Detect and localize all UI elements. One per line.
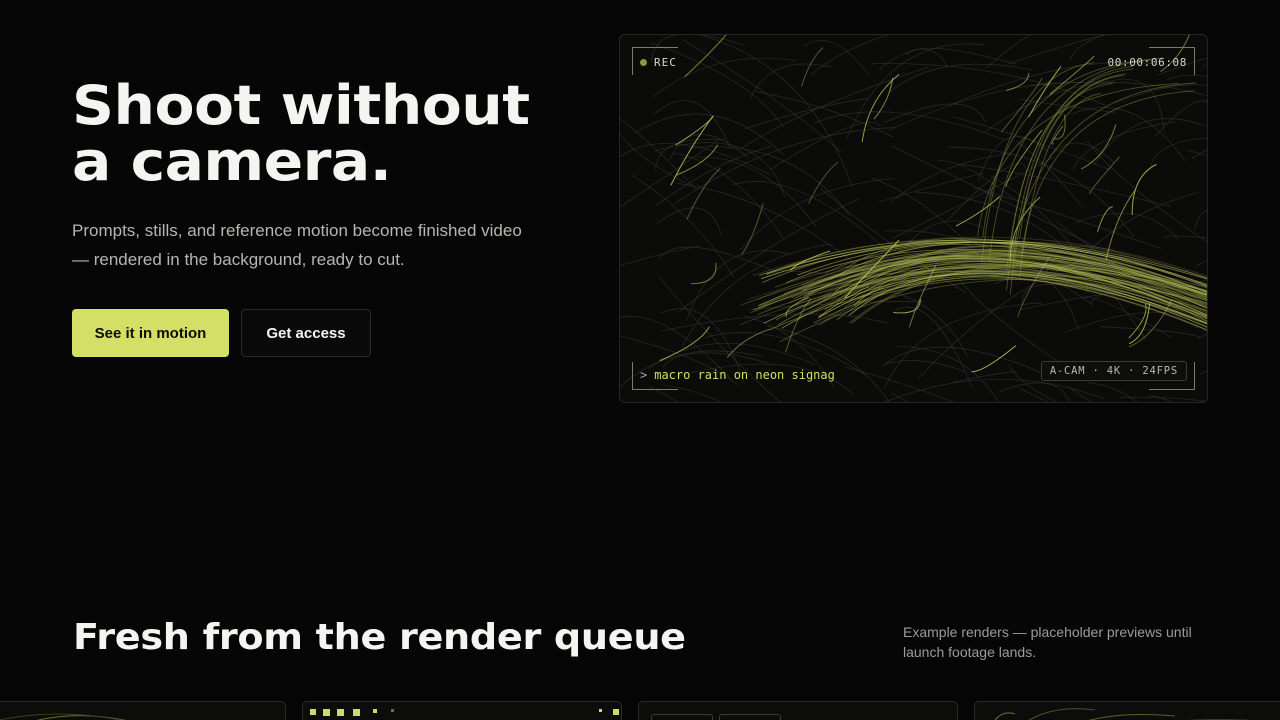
prompt-line: > macro rain on neon signag: [640, 368, 835, 382]
render-queue-title: Fresh from the render queue: [73, 617, 686, 658]
hero-title-line-1: Shoot without: [72, 74, 530, 137]
progress-square: [599, 709, 602, 712]
get-access-button[interactable]: Get access: [241, 309, 371, 357]
thumbnail-streaks: [994, 708, 1253, 720]
camera-spec-badge: A-CAM · 4K · 24FPS: [1040, 361, 1187, 381]
hero-subtitle: Prompts, stills, and reference motion be…: [72, 221, 522, 269]
rec-label: REC: [654, 56, 677, 69]
prompt-caret: >: [640, 368, 648, 382]
thumbnail-streaks: [0, 713, 127, 720]
hero-title-line-2: a camera.: [72, 130, 392, 193]
progress-square: [323, 709, 330, 716]
render-thumbnail[interactable]: [302, 701, 622, 720]
progress-square: [310, 709, 316, 715]
see-it-in-motion-button[interactable]: See it in motion: [72, 309, 229, 357]
rec-indicator: REC: [640, 56, 677, 69]
progress-square: [613, 709, 619, 715]
progress-square: [337, 709, 344, 716]
progress-square: [391, 709, 394, 712]
thumbnail-chip: [651, 714, 713, 720]
rain-streak-artwork: [620, 35, 1207, 402]
render-thumbnail[interactable]: [974, 701, 1280, 720]
rec-dot-icon: [640, 59, 647, 66]
render-thumbnail[interactable]: [0, 701, 286, 720]
progress-square: [353, 709, 360, 716]
hero-title: Shoot without a camera.: [72, 78, 634, 190]
camera-preview: REC 00:00:06:08 > macro rain on neon sign…: [619, 34, 1208, 403]
render-queue-note: Example renders — placeholder previews u…: [903, 624, 1192, 660]
thumbnail-chip: [719, 714, 781, 720]
timecode: 00:00:06:08: [1107, 56, 1187, 69]
progress-square: [373, 709, 377, 713]
render-thumbnail[interactable]: [638, 701, 958, 720]
prompt-text: macro rain on neon signag: [654, 368, 835, 382]
